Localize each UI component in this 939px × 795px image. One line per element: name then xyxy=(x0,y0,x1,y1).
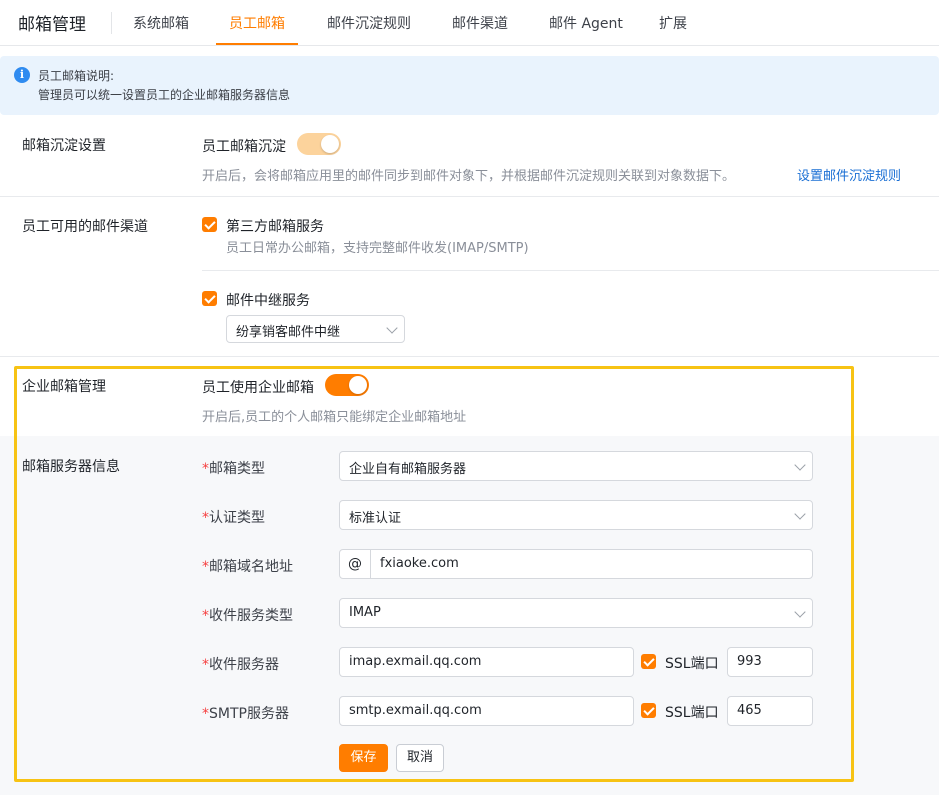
smtp-ssl-checkbox[interactable] xyxy=(641,703,656,718)
relay-select[interactable]: 纷享销客邮件中继 xyxy=(226,315,405,343)
archive-section-label: 邮箱沉淀设置 xyxy=(22,138,106,154)
required-mark: * xyxy=(202,461,209,477)
domain-prefix: @ xyxy=(340,550,371,578)
domain-value: fxiaoke.com xyxy=(380,556,459,571)
incoming-type-select[interactable]: IMAP xyxy=(339,598,813,628)
info-banner: i 员工邮箱说明: 管理员可以统一设置员工的企业邮箱服务器信息 xyxy=(0,56,939,115)
active-tab-indicator xyxy=(216,43,298,45)
mailbox-type-label-text: 邮箱类型 xyxy=(209,461,265,477)
nav-divider xyxy=(111,12,112,34)
cancel-button[interactable]: 取消 xyxy=(396,744,444,772)
domain-input[interactable]: @ fxiaoke.com xyxy=(339,549,813,579)
incoming-server-value: imap.exmail.qq.com xyxy=(349,654,482,669)
info-title: 员工邮箱说明: xyxy=(38,69,115,83)
third-party-description: 员工日常办公邮箱，支持完整邮件收发(IMAP/SMTP) xyxy=(226,241,529,256)
server-section-label: 邮箱服务器信息 xyxy=(22,459,120,475)
incoming-ssl-label: SSL端口 xyxy=(665,656,719,672)
required-mark: * xyxy=(202,510,209,526)
auth-type-select[interactable]: 标准认证 xyxy=(339,500,813,530)
required-mark: * xyxy=(202,657,209,673)
divider xyxy=(0,196,939,197)
required-mark: * xyxy=(202,706,209,722)
info-icon: i xyxy=(14,67,30,83)
incoming-server-input[interactable]: imap.exmail.qq.com xyxy=(339,647,634,677)
third-party-label: 第三方邮箱服务 xyxy=(226,219,324,235)
enterprise-toggle[interactable] xyxy=(325,374,369,396)
chevron-down-icon xyxy=(794,459,806,471)
incoming-port-value: 993 xyxy=(737,654,762,669)
incoming-type-value: IMAP xyxy=(349,605,381,620)
toggle-knob xyxy=(349,376,367,394)
top-nav: 邮箱管理 系统邮箱 员工邮箱 邮件沉淀规则 邮件渠道 邮件 Agent 扩展 xyxy=(0,0,939,46)
auth-type-label-text: 认证类型 xyxy=(209,510,265,526)
mailbox-type-value: 企业自有邮箱服务器 xyxy=(349,462,467,477)
domain-label: *邮箱域名地址 xyxy=(202,556,293,576)
smtp-ssl-label: SSL端口 xyxy=(665,705,719,721)
tab-extensions[interactable]: 扩展 xyxy=(659,13,687,33)
chevron-down-icon xyxy=(386,322,398,334)
tab-employee-mailbox[interactable]: 员工邮箱 xyxy=(229,13,285,33)
enterprise-section-label: 企业邮箱管理 xyxy=(22,379,106,395)
required-mark: * xyxy=(202,559,209,575)
relay-label: 邮件中继服务 xyxy=(226,293,310,309)
relay-checkbox[interactable] xyxy=(202,291,217,306)
smtp-server-label-text: SMTP服务器 xyxy=(209,706,289,722)
page: 邮箱管理 系统邮箱 员工邮箱 邮件沉淀规则 邮件渠道 邮件 Agent 扩展 i… xyxy=(0,0,939,795)
third-party-checkbox[interactable] xyxy=(202,217,217,232)
save-button[interactable]: 保存 xyxy=(339,744,388,772)
tab-mail-agent[interactable]: 邮件 Agent xyxy=(549,13,623,33)
divider xyxy=(202,270,939,271)
archive-description: 开启后，会将邮箱应用里的邮件同步到邮件对象下，并根据邮件沉淀规则关联到对象数据下… xyxy=(202,169,736,184)
mailbox-type-label: *邮箱类型 xyxy=(202,458,265,478)
incoming-server-label: *收件服务器 xyxy=(202,654,279,674)
required-mark: * xyxy=(202,608,209,624)
relay-select-value: 纷享销客邮件中继 xyxy=(236,325,341,340)
info-body: 管理员可以统一设置员工的企业邮箱服务器信息 xyxy=(38,88,291,102)
smtp-port-value: 465 xyxy=(737,703,762,718)
domain-label-text: 邮箱域名地址 xyxy=(209,559,293,575)
incoming-server-label-text: 收件服务器 xyxy=(209,657,279,673)
auth-type-label: *认证类型 xyxy=(202,507,265,527)
tab-mail-channels[interactable]: 邮件渠道 xyxy=(452,13,508,33)
incoming-type-label-text: 收件服务类型 xyxy=(209,608,293,624)
channels-section-label: 员工可用的邮件渠道 xyxy=(22,219,148,235)
tab-archive-rules[interactable]: 邮件沉淀规则 xyxy=(327,13,411,33)
toggle-knob xyxy=(321,135,339,153)
smtp-server-input[interactable]: smtp.exmail.qq.com xyxy=(339,696,634,726)
enterprise-toggle-label: 员工使用企业邮箱 xyxy=(202,380,314,396)
chevron-down-icon xyxy=(794,508,806,520)
incoming-ssl-checkbox[interactable] xyxy=(641,654,656,669)
mailbox-type-select[interactable]: 企业自有邮箱服务器 xyxy=(339,451,813,481)
archive-toggle-label: 员工邮箱沉淀 xyxy=(202,139,286,155)
tab-system-mailbox[interactable]: 系统邮箱 xyxy=(133,13,189,33)
smtp-server-value: smtp.exmail.qq.com xyxy=(349,703,482,718)
smtp-server-label: *SMTP服务器 xyxy=(202,703,289,723)
divider xyxy=(0,356,939,357)
archive-toggle[interactable] xyxy=(297,133,341,155)
smtp-port-input[interactable]: 465 xyxy=(727,696,813,726)
enterprise-description: 开启后,员工的个人邮箱只能绑定企业邮箱地址 xyxy=(202,410,467,425)
page-title: 邮箱管理 xyxy=(18,15,86,35)
auth-type-value: 标准认证 xyxy=(349,511,402,526)
incoming-type-label: *收件服务类型 xyxy=(202,605,293,625)
set-archive-rules-link[interactable]: 设置邮件沉淀规则 xyxy=(797,165,901,184)
chevron-down-icon xyxy=(794,606,806,618)
incoming-port-input[interactable]: 993 xyxy=(727,647,813,677)
